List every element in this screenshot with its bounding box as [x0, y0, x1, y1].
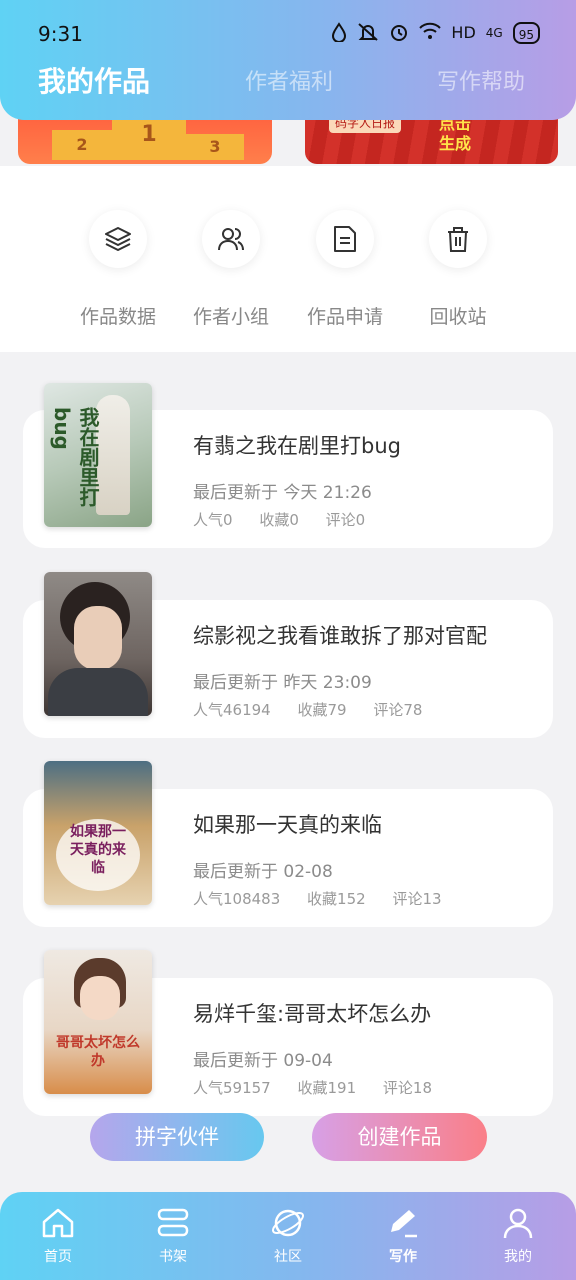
cover-title: 如果那一天真的来临: [70, 824, 126, 876]
work-cover[interactable]: 我在剧里打bug: [44, 383, 152, 527]
bookshelf-icon: [155, 1208, 191, 1244]
cover-body: [48, 668, 148, 716]
quick-action-work-apply[interactable]: 作品申请: [285, 210, 405, 329]
work-popularity: 人气108483: [193, 890, 281, 908]
nav-bookshelf[interactable]: 书架: [133, 1206, 213, 1266]
work-stats: 人气108483 收藏152 评论13: [193, 888, 464, 909]
mute-icon: [357, 22, 379, 44]
work-favorites: 收藏79: [297, 701, 347, 719]
bottom-nav: 首页 书架 社区 写作 我的: [0, 1192, 576, 1280]
podium-second: 2: [52, 130, 112, 160]
nav-label: 社区: [274, 1249, 302, 1265]
work-popularity: 人气0: [193, 511, 233, 529]
work-favorites: 收藏191: [297, 1079, 357, 1097]
wifi-icon: [419, 22, 442, 44]
work-comments: 评论78: [373, 701, 423, 719]
status-icons: HD 4G 95: [331, 22, 540, 44]
work-cover[interactable]: [44, 572, 152, 716]
work-cover[interactable]: 哥哥太坏怎么办: [44, 950, 152, 1094]
work-title: 易烊千玺:哥哥太坏怎么办: [193, 1002, 432, 1026]
cover-title: 我在剧里打bug: [50, 407, 100, 507]
quick-action-label: 回收站: [429, 306, 487, 328]
work-comments: 评论13: [392, 890, 442, 908]
work-stats: 人气0 收藏0 评论0: [193, 509, 387, 530]
work-title: 有翡之我在剧里打bug: [193, 434, 401, 458]
quick-action-author-group[interactable]: 作者小组: [171, 210, 291, 329]
user-icon: [500, 1208, 536, 1244]
signal-label: 4G: [485, 26, 503, 40]
tab-my-works[interactable]: 我的作品: [38, 60, 150, 100]
quick-action-work-data[interactable]: 作品数据: [58, 210, 178, 329]
work-title: 综影视之我看谁敢拆了那对官配: [193, 624, 487, 648]
nav-label: 首页: [44, 1249, 72, 1265]
work-stats: 人气46194 收藏79 评论78: [193, 699, 444, 720]
trash-icon: [429, 210, 487, 268]
document-icon: [316, 210, 374, 268]
top-tabs: 我的作品 作者福利 写作帮助: [0, 64, 576, 104]
battery-indicator: 95: [512, 22, 540, 44]
cover-face: [74, 606, 122, 670]
work-updated: 最后更新于 昨天 23:09: [193, 673, 372, 693]
nav-label: 书架: [159, 1249, 187, 1265]
home-icon: [40, 1208, 76, 1244]
work-updated: 最后更新于 02-08: [193, 862, 333, 882]
cover-face: [80, 976, 120, 1020]
nav-label: 写作: [389, 1249, 417, 1265]
top-header: 9:31 HD 4G 95 我的作品 作者福利 写作帮助: [0, 0, 576, 120]
work-favorites: 收藏152: [307, 890, 366, 908]
quick-action-recycle-bin[interactable]: 回收站: [398, 210, 518, 329]
work-favorites: 收藏0: [259, 511, 299, 529]
podium-first: 1: [112, 118, 186, 160]
network-label: HD: [451, 23, 476, 42]
nav-home[interactable]: 首页: [18, 1206, 98, 1266]
work-title: 如果那一天真的来临: [193, 813, 382, 837]
nav-mine[interactable]: 我的: [478, 1206, 558, 1266]
quick-action-label: 作者小组: [192, 306, 269, 328]
quick-action-label: 作品申请: [306, 306, 383, 328]
works-list: 有翡之我在剧里打bug 最后更新于 今天 21:26 人气0 收藏0 评论0 我…: [0, 352, 576, 1116]
work-cover[interactable]: 如果那一天真的来临: [44, 761, 152, 905]
planet-icon: [270, 1209, 306, 1244]
quick-actions: 作品数据 作者小组 作品申请 回收站: [0, 166, 576, 352]
create-work-button[interactable]: 创建作品: [312, 1113, 487, 1161]
pen-icon: [385, 1210, 421, 1244]
typing-partner-button[interactable]: 拼字伙伴: [90, 1113, 264, 1161]
work-comments: 评论18: [382, 1079, 433, 1097]
quick-action-label: 作品数据: [79, 306, 156, 328]
cta-line-2: 生成: [439, 134, 472, 153]
nav-community[interactable]: 社区: [248, 1206, 328, 1266]
work-updated: 最后更新于 09-04: [193, 1051, 333, 1071]
work-popularity: 人气46194: [193, 701, 271, 719]
podium-third: 3: [186, 134, 244, 160]
status-time: 9:31: [38, 22, 83, 46]
work-comments: 评论0: [325, 511, 366, 529]
tab-writing-help[interactable]: 写作帮助: [437, 64, 525, 96]
layers-icon: [89, 210, 147, 268]
tab-author-benefits[interactable]: 作者福利: [245, 64, 333, 96]
cover-title: 哥哥太坏怎么办: [56, 1035, 140, 1069]
work-popularity: 人气59157: [193, 1079, 271, 1097]
status-bar: 9:31 HD 4G 95: [0, 0, 576, 64]
work-updated: 最后更新于 今天 21:26: [193, 483, 372, 503]
alarm-icon: [389, 22, 409, 44]
drop-icon: [331, 22, 347, 44]
work-stats: 人气59157 收藏191 评论18: [193, 1077, 454, 1098]
users-icon: [202, 210, 260, 268]
nav-label: 我的: [504, 1249, 532, 1265]
generate-cta: 点击 生成: [439, 114, 471, 154]
nav-write[interactable]: 写作: [363, 1206, 443, 1266]
